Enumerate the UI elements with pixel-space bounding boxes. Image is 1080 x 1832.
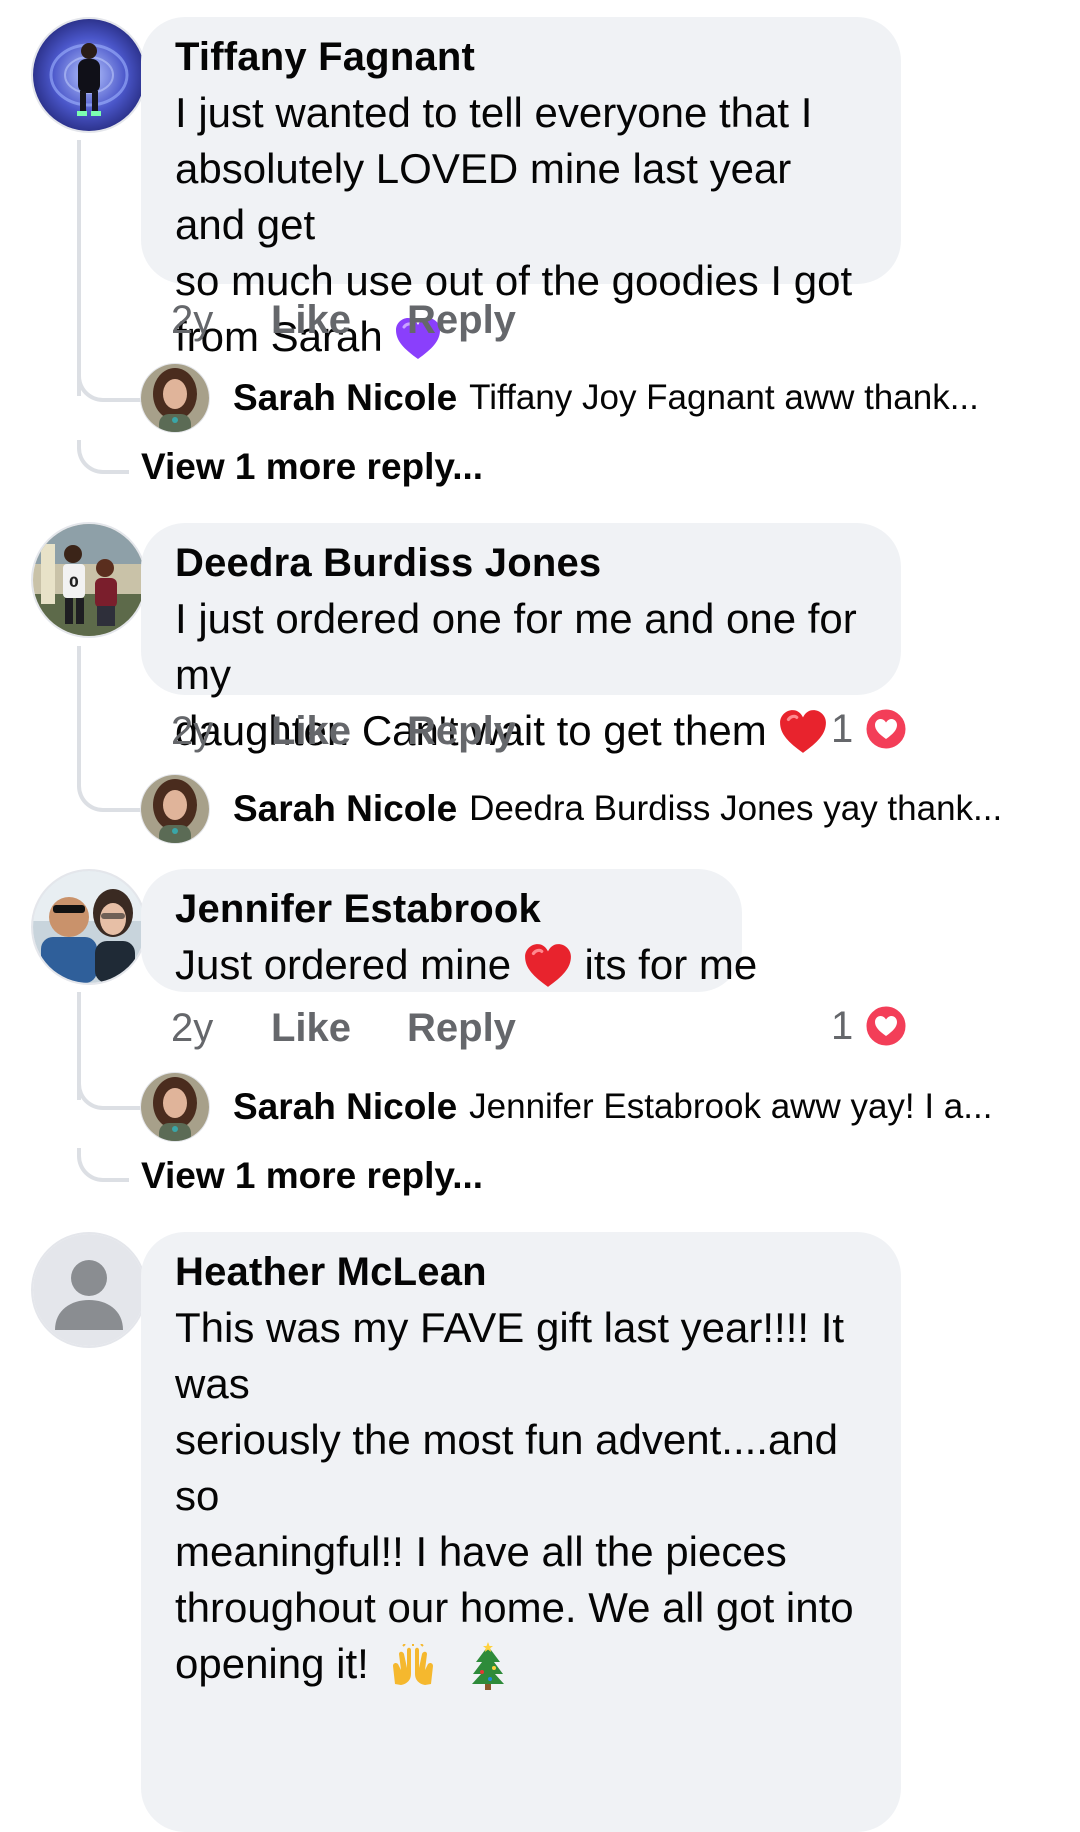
avatar-sarah[interactable]	[141, 775, 209, 843]
comment-text-line: absolutely LOVED mine last year and get	[175, 145, 792, 248]
comment-timestamp[interactable]: 2y	[171, 1006, 271, 1051]
red-heart-icon	[778, 709, 828, 769]
comment-text-line: meaningful!! I have all the pieces	[175, 1528, 787, 1575]
comment-text-line: opening it!	[175, 1636, 867, 1704]
comment-text-span: its for me	[584, 941, 758, 988]
avatar-tiffany[interactable]	[33, 19, 145, 131]
thread-connector	[77, 1148, 129, 1182]
avatar-default[interactable]	[33, 1234, 145, 1346]
reply-author[interactable]: Sarah Nicole	[233, 788, 457, 830]
comment-text-line: I just wanted to tell everyone that I	[175, 89, 813, 136]
comment-timestamp[interactable]: 2y	[171, 298, 271, 343]
comment-text-span: Just ordered mine	[175, 941, 512, 988]
christmas-tree-icon	[470, 1642, 506, 1704]
reply-text[interactable]: Jennifer Estabrook aww yay! I a...	[469, 1087, 992, 1127]
avatar-sarah[interactable]	[141, 1073, 209, 1141]
comment-actions: 2y Like Reply	[171, 1004, 516, 1052]
reply-author[interactable]: Sarah Nicole	[233, 377, 457, 419]
reply-preview[interactable]: Sarah Nicole Tiffany Joy Fagnant aww tha…	[141, 364, 979, 432]
thread-line	[77, 140, 81, 396]
comment-text: This was my FAVE gift last year!!!! It w…	[175, 1300, 867, 1704]
reply-text[interactable]: Deedra Burdiss Jones yay thank...	[469, 789, 1002, 829]
love-reaction-icon	[863, 1003, 909, 1049]
reply-button[interactable]: Reply	[407, 298, 516, 343]
avatar-sarah[interactable]	[141, 364, 209, 432]
like-button[interactable]: Like	[271, 1006, 407, 1051]
reply-button[interactable]: Reply	[407, 709, 516, 754]
comment-text: Just ordered mine its for me	[175, 937, 757, 1003]
comment-author[interactable]: Deedra Burdiss Jones	[175, 537, 867, 589]
like-button[interactable]: Like	[271, 709, 407, 754]
comment-bubble: Jennifer Estabrook Just ordered mine its…	[141, 869, 757, 992]
love-reaction-icon	[863, 706, 909, 752]
reply-text[interactable]: Tiffany Joy Fagnant aww thank...	[469, 378, 979, 418]
comment-timestamp[interactable]: 2y	[171, 709, 271, 754]
thread-connector	[77, 1078, 145, 1110]
thread-line	[77, 646, 81, 786]
comment-author[interactable]: Jennifer Estabrook	[175, 883, 708, 935]
svg-text:0: 0	[69, 575, 79, 591]
comment-text-line: throughout our home. We all got into	[175, 1584, 854, 1631]
reaction-count: 1	[831, 1003, 854, 1048]
avatar-deedra[interactable]: 0	[33, 524, 145, 636]
comment-actions: 2y Like Reply	[171, 707, 516, 755]
view-more-replies[interactable]: View 1 more reply...	[141, 446, 483, 488]
comment-text-line: This was my FAVE gift last year!!!! It w…	[175, 1304, 845, 1407]
red-heart-icon	[523, 943, 573, 1003]
comment-author[interactable]: Heather McLean	[175, 1246, 867, 1298]
comment-text-line: seriously the most fun advent....and so	[175, 1416, 839, 1519]
like-button[interactable]: Like	[271, 298, 407, 343]
view-more-replies[interactable]: View 1 more reply...	[141, 1155, 483, 1197]
reaction-summary[interactable]: 1	[831, 705, 909, 753]
reply-preview[interactable]: Sarah Nicole Jennifer Estabrook aww yay!…	[141, 1073, 992, 1141]
reaction-summary[interactable]: 1	[831, 1002, 909, 1050]
reply-button[interactable]: Reply	[407, 1006, 516, 1051]
thread-connector	[77, 780, 145, 812]
reply-author[interactable]: Sarah Nicole	[233, 1086, 457, 1128]
raising-hands-icon	[389, 1643, 437, 1702]
comment-actions: 2y Like Reply	[171, 296, 516, 344]
comment-text-span: opening it!	[175, 1640, 369, 1687]
reaction-count: 1	[831, 706, 854, 751]
reply-preview[interactable]: Sarah Nicole Deedra Burdiss Jones yay th…	[141, 775, 1002, 843]
avatar-jennifer[interactable]	[33, 871, 145, 983]
comment-bubble: Tiffany Fagnant I just wanted to tell ev…	[141, 17, 901, 360]
thread-connector	[77, 440, 129, 474]
comment-bubble: Deedra Burdiss Jones I just ordered one …	[141, 523, 901, 754]
comment-author[interactable]: Tiffany Fagnant	[175, 31, 867, 83]
comment-bubble: Heather McLean This was my FAVE gift las…	[141, 1232, 901, 1832]
comment-text-line: I just ordered one for me and one for my	[175, 595, 857, 698]
thread-connector	[77, 372, 145, 402]
